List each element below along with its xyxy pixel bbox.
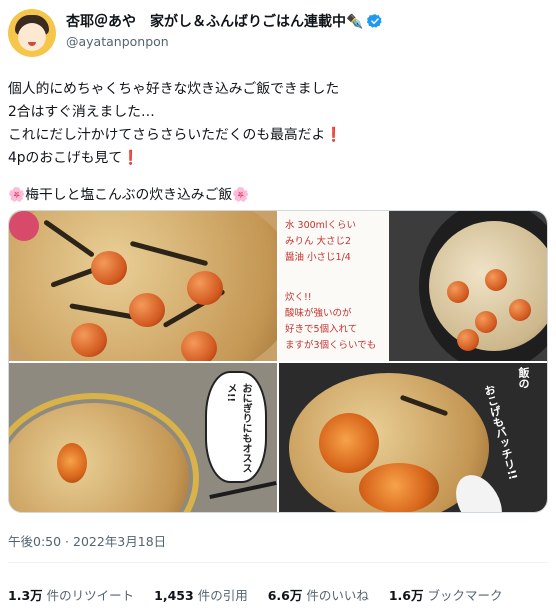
cherry-blossom-icon: 🌸 <box>232 187 250 203</box>
umeboshi <box>457 329 479 351</box>
note-line: 酸味が強いのが <box>285 308 352 319</box>
photo-umeboshi-rice[interactable] <box>9 211 277 361</box>
stat-label: 件のリツイート <box>46 588 135 603</box>
okoge-crust <box>319 413 379 473</box>
note-line: みりん 大さじ2 <box>285 236 352 247</box>
umeboshi <box>129 293 165 327</box>
umeboshi <box>509 299 531 321</box>
exclamation-icon: ❗ <box>325 127 343 143</box>
note-line: 水 300mlくらい <box>285 220 357 231</box>
avatar-face <box>18 23 46 51</box>
author-display-name[interactable]: 杏耶＠あや 家がし＆ふんばりごはん連載中✒️ <box>66 11 363 31</box>
umeboshi <box>71 323 107 357</box>
like-count[interactable]: 6.6万 件のいいね <box>268 585 369 604</box>
media-grid[interactable]: 水 300mlくらい みりん 大さじ2 醤油 小さじ1/4 炊く!! 酸味が強い… <box>8 210 548 513</box>
photo-okoge[interactable]: 飯の おこげもバッチリ!! <box>279 363 547 512</box>
okoge-prefix-text: 飯の <box>517 367 530 389</box>
umeboshi <box>475 311 497 333</box>
engagement-stats: 1.3万 件のリツイート 1,453 件の引用 6.6万 件のいいね 1.6万 … <box>8 585 503 604</box>
umeboshi <box>447 281 469 303</box>
bubble-text: おにぎりにもオススメ!! <box>225 383 251 473</box>
cherry-blossom-icon: 🌸 <box>8 187 26 203</box>
avatar[interactable] <box>8 9 56 57</box>
stat-number: 1.3万 <box>8 588 43 603</box>
exclamation-icon: ❗ <box>122 150 140 166</box>
photo-rice-bowl[interactable]: おにぎりにもオススメ!! <box>9 363 277 512</box>
stat-label: 件のいいね <box>306 588 369 603</box>
stat-number: 1.6万 <box>388 588 424 603</box>
tweet-line-2: 2合はすぐ消えました… <box>8 104 155 120</box>
rice-surface <box>9 211 277 361</box>
recipe-note: 水 300mlくらい みりん 大さじ2 醤油 小さじ1/4 炊く!! 酸味が強い… <box>279 211 389 361</box>
stat-number: 1,453 <box>154 588 194 603</box>
umeboshi <box>187 271 223 305</box>
tweet-line-3-text: これにだし汁かけてさらさらいただくのも最高だよ <box>8 127 326 143</box>
tweet-line-4-text: 4pのおこげも見て <box>8 150 123 166</box>
recipe-title-line: 🌸梅干しと塩こんぶの炊き込みご飯🌸 <box>8 184 548 207</box>
author-name-row[interactable]: 杏耶＠あや 家がし＆ふんばりごはん連載中✒️ <box>66 11 383 31</box>
author-handle[interactable]: @ayatanponpon <box>66 34 169 49</box>
divider <box>8 562 548 563</box>
tweet-line-1: 個人的にめちゃくちゃ好きな炊き込みご飯できました <box>8 81 340 97</box>
retweet-count[interactable]: 1.3万 件のリツイート <box>8 585 134 604</box>
tweet-timestamp[interactable]: 午後0:50 · 2022年3月18日 <box>8 531 166 550</box>
stat-label: ブックマーク <box>427 588 503 603</box>
tweet-card: 杏耶＠あや 家がし＆ふんばりごはん連載中✒️ @ayatanponpon 個人的… <box>0 0 556 615</box>
stat-label: 件の引用 <box>197 588 248 603</box>
note-line: 醤油 小さじ1/4 <box>285 252 351 263</box>
flower-decoration-icon <box>9 211 39 241</box>
tweet-text: 個人的にめちゃくちゃ好きな炊き込みご飯できました 2合はすぐ消えました… これに… <box>8 78 548 207</box>
umeboshi <box>181 331 217 361</box>
bookmark-count[interactable]: 1.6万 ブックマーク <box>389 585 503 604</box>
quote-count[interactable]: 1,453 件の引用 <box>154 585 248 604</box>
note-line: 好きで5個入れて <box>285 324 358 335</box>
stat-number: 6.6万 <box>267 588 303 603</box>
umeboshi <box>57 443 87 483</box>
note-line: 炊く!! <box>285 292 312 303</box>
tweet-line-4: 4pのおこげも見て❗ <box>8 147 548 170</box>
okoge-crust <box>359 463 439 512</box>
note-line: ますが3個くらいでも <box>285 340 377 351</box>
verified-badge-icon <box>367 14 383 28</box>
photo-recipe-note[interactable]: 水 300mlくらい みりん 大さじ2 醤油 小さじ1/4 炊く!! 酸味が強い… <box>279 211 547 361</box>
recipe-title: 梅干しと塩こんぶの炊き込みご飯 <box>25 187 233 203</box>
umeboshi <box>91 251 127 285</box>
umeboshi <box>485 269 507 291</box>
chopsticks <box>209 480 277 500</box>
tweet-line-3: これにだし汁かけてさらさらいただくのも最高だよ❗ <box>8 124 548 147</box>
